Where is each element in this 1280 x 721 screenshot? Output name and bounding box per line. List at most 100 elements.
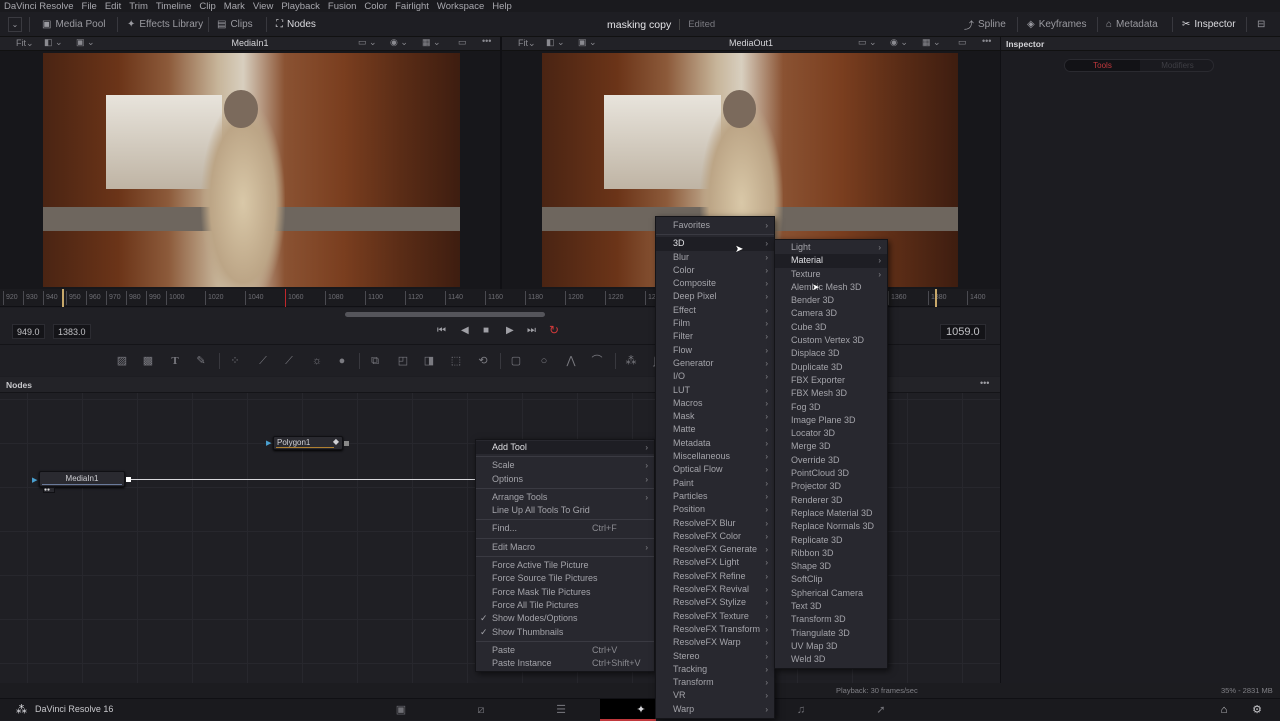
stop-icon[interactable]: ■ — [483, 325, 489, 336]
menu-item-override-3d[interactable]: Override 3D — [775, 454, 887, 467]
menu-item-custom-vertex-3d[interactable]: Custom Vertex 3D — [775, 334, 887, 347]
menu-item-displace-3d[interactable]: Displace 3D — [775, 347, 887, 360]
menu-item-locator-3d[interactable]: Locator 3D — [775, 427, 887, 440]
polygon-output-port[interactable] — [344, 441, 349, 446]
menu-item-transform-3d[interactable]: Transform 3D — [775, 613, 887, 626]
menu-item-paste[interactable]: Paste Ctrl+V — [476, 644, 654, 657]
menu-item-line-up-all-tools-to-grid[interactable]: Line Up All Tools To Grid — [476, 504, 654, 517]
menu-mark[interactable]: Mark — [224, 1, 245, 12]
color-corrector-icon[interactable]: ⟋ — [282, 354, 296, 368]
menu-playback[interactable]: Playback — [281, 1, 320, 12]
render-start-field[interactable]: 949.0 — [12, 324, 45, 339]
tab-modifiers[interactable]: Modifiers — [1140, 60, 1213, 71]
bspline-mask-icon[interactable]: ⌒ — [590, 354, 604, 368]
menu-item-transform[interactable]: Transform › — [656, 676, 774, 689]
keyframes-button[interactable]: ◈ Keyframes — [1027, 17, 1087, 32]
menu-clip[interactable]: Clip — [199, 1, 215, 12]
more-options-icon[interactable]: ••• — [982, 36, 991, 46]
menu-item-optical-flow[interactable]: Optical Flow › — [656, 463, 774, 476]
menu-item-color[interactable]: Color › — [656, 264, 774, 277]
menu-item-text-3d[interactable]: Text 3D — [775, 600, 887, 613]
menu-workspace[interactable]: Workspace — [437, 1, 484, 12]
menu-item-force-source-tile-pictures[interactable]: Force Source Tile Pictures — [476, 572, 654, 585]
menu-item-force-active-tile-picture[interactable]: Force Active Tile Picture — [476, 559, 654, 572]
color-curves-icon[interactable]: ⟋ — [256, 354, 270, 368]
menu-item-paste-instance[interactable]: Paste Instance Ctrl+Shift+V — [476, 657, 654, 670]
menu-item-spherical-camera[interactable]: Spherical Camera — [775, 587, 887, 600]
node-polygon1[interactable]: Polygon1 ◆ — [273, 436, 343, 450]
menu-item-resolvefx-blur[interactable]: ResolveFX Blur › — [656, 517, 774, 530]
cut-page-icon[interactable]: ⧄ — [474, 703, 488, 717]
menu-item-texture[interactable]: Texture › — [775, 268, 887, 281]
collapse-button[interactable]: ⌄ — [8, 17, 22, 32]
menu-item-uv-map-3d[interactable]: UV Map 3D — [775, 640, 887, 653]
render-end-field[interactable]: 1383.0 — [53, 324, 91, 339]
menu-item-blur[interactable]: Blur › — [656, 251, 774, 264]
paint-brush-icon[interactable]: ✎ — [194, 354, 208, 368]
roi-icon[interactable]: ▭ ⌄ — [358, 37, 377, 48]
menu-item-duplicate-3d[interactable]: Duplicate 3D — [775, 361, 887, 374]
media-page-icon[interactable]: ▣ — [394, 703, 408, 717]
menu-view[interactable]: View — [253, 1, 273, 12]
menu-item-replace-material-3d[interactable]: Replace Material 3D — [775, 507, 887, 520]
menu-item-lut[interactable]: LUT › — [656, 384, 774, 397]
fusion-page-tab[interactable]: ✦ — [600, 699, 656, 721]
menu-item-show-thumbnails[interactable]: Show Thumbnails ✓ — [476, 626, 654, 639]
menu-item-miscellaneous[interactable]: Miscellaneous › — [656, 450, 774, 463]
menu-item-find[interactable]: Find... Ctrl+F — [476, 522, 654, 535]
menu-fusion[interactable]: Fusion — [328, 1, 357, 12]
menu-item-metadata[interactable]: Metadata › — [656, 437, 774, 450]
menu-item-resolvefx-light[interactable]: ResolveFX Light › — [656, 556, 774, 569]
menu-item-options[interactable]: Options › — [476, 473, 654, 486]
text-tool-icon[interactable]: T — [168, 354, 182, 368]
background-tool-icon[interactable]: ▨ — [115, 354, 129, 368]
menu-item-stereo[interactable]: Stereo › — [656, 650, 774, 663]
menu-item-image-plane-3d[interactable]: Image Plane 3D — [775, 414, 887, 427]
tab-tools[interactable]: Tools — [1065, 60, 1140, 71]
menu-item-projector-3d[interactable]: Projector 3D — [775, 480, 887, 493]
menu-item-replicate-3d[interactable]: Replicate 3D — [775, 534, 887, 547]
menu-help[interactable]: Help — [492, 1, 512, 12]
menu-item-triangulate-3d[interactable]: Triangulate 3D — [775, 627, 887, 640]
pemitter-icon[interactable]: ⁂ — [624, 354, 638, 368]
fairlight-page-icon[interactable]: ♫ — [794, 703, 808, 717]
menu-item-light[interactable]: Light › — [775, 241, 887, 254]
particles-icon[interactable]: ⁘ — [228, 354, 242, 368]
nodes-button[interactable]: ⛶ Nodes — [276, 17, 316, 32]
node-mediain1[interactable]: MediaIn1 — [39, 471, 125, 487]
clips-button[interactable]: ▤ Clips — [217, 17, 253, 32]
matte-control-icon[interactable]: ◨ — [422, 354, 436, 368]
more-options-icon[interactable]: ••• — [482, 36, 491, 46]
menu-item-edit-macro[interactable]: Edit Macro › — [476, 541, 654, 554]
menu-item-merge-3d[interactable]: Merge 3D — [775, 440, 887, 453]
loop-icon[interactable]: ↻ — [549, 323, 559, 337]
more-options-icon[interactable]: ••• — [980, 378, 989, 388]
menu-item-fog-3d[interactable]: Fog 3D — [775, 401, 887, 414]
metadata-button[interactable]: ⌂ Metadata — [1106, 17, 1158, 32]
menu-fairlight[interactable]: Fairlight — [395, 1, 429, 12]
menu-item-deep-pixel[interactable]: Deep Pixel › — [656, 290, 774, 303]
menu-item-paint[interactable]: Paint › — [656, 477, 774, 490]
menu-item-force-mask-tile-pictures[interactable]: Force Mask Tile Pictures — [476, 586, 654, 599]
home-icon[interactable]: ⌂ — [1217, 703, 1231, 717]
menu-item-fbx-exporter[interactable]: FBX Exporter — [775, 374, 887, 387]
menu-item-renderer-3d[interactable]: Renderer 3D — [775, 494, 887, 507]
menu-timeline[interactable]: Timeline — [156, 1, 192, 12]
roi-icon[interactable]: ▭ ⌄ — [858, 37, 877, 48]
menu-item-ribbon-3d[interactable]: Ribbon 3D — [775, 547, 887, 560]
menu-item-replace-normals-3d[interactable]: Replace Normals 3D — [775, 520, 887, 533]
go-to-start-icon[interactable]: ⏮ — [437, 325, 446, 336]
go-to-end-icon[interactable]: ⏭ — [527, 325, 536, 336]
menu-item-i-o[interactable]: I/O › — [656, 370, 774, 383]
channel-booleans-icon[interactable]: ◰ — [396, 354, 410, 368]
ellipse-mask-icon[interactable]: ○ — [537, 354, 551, 368]
menu-item-cube-3d[interactable]: Cube 3D — [775, 321, 887, 334]
settings-gear-icon[interactable]: ⚙ — [1250, 703, 1264, 717]
inspector-button[interactable]: ✂ Inspector — [1182, 17, 1236, 32]
edit-page-icon[interactable]: ☰ — [554, 703, 568, 717]
fullscreen-viewer-button[interactable]: ⊟ — [1257, 17, 1265, 32]
merge-icon[interactable]: ⧉ — [368, 354, 382, 368]
playhead[interactable] — [285, 289, 286, 307]
deliver-page-icon[interactable]: ➚ — [874, 703, 888, 717]
menu-item-resolvefx-refine[interactable]: ResolveFX Refine › — [656, 570, 774, 583]
